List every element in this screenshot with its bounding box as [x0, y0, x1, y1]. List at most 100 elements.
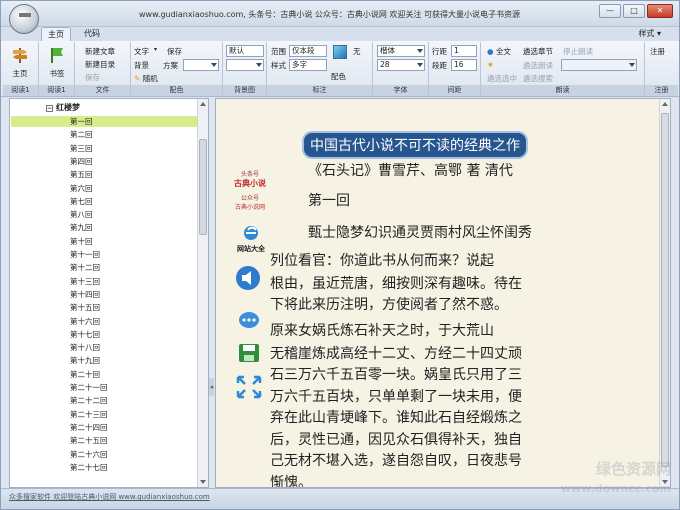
fullscreen-icon[interactable] — [236, 375, 262, 399]
status-link[interactable]: 众多搜家软件 欢迎登陆古典小说网 www.gudianxiaoshuo.com — [9, 492, 210, 502]
paragraph-spacing-label: 段距 — [432, 61, 447, 70]
background-color-button[interactable]: 背景 — [134, 60, 149, 71]
tree-root[interactable]: − 红楼梦 — [46, 102, 80, 113]
scheme-select[interactable] — [183, 59, 219, 71]
tree-item[interactable]: 第十五回 — [70, 302, 100, 313]
voice-select[interactable] — [561, 59, 637, 71]
read-fulltext-label: 全文 — [495, 47, 511, 56]
tree-item[interactable]: 第十二回 — [70, 262, 100, 273]
home-button[interactable]: 主页 — [7, 44, 33, 79]
reader-scrollbar[interactable] — [659, 99, 670, 487]
tree-item[interactable]: 第十一回 — [70, 249, 100, 260]
logo-sub2-text: 古典小说网 — [234, 204, 265, 211]
mark-color-swatch[interactable] — [333, 45, 347, 59]
article-line: 甄士隐梦幻识通灵贾雨村风尘怀闺秀 — [308, 225, 532, 241]
scroll-up-icon[interactable] — [662, 102, 668, 106]
save-file-button[interactable]: 保存 — [85, 72, 100, 83]
random-color-button[interactable]: ✎ 随机 — [134, 73, 158, 84]
save-icon[interactable] — [238, 343, 260, 363]
tree-item[interactable]: 第二十五回 — [70, 435, 108, 446]
tree-item[interactable]: 第三回 — [70, 143, 93, 154]
group-read-aloud: ● 全文 遴选章节 停止朗读 ★ 遴选朗读 遴选选中 遴选搜索 朗读 — [481, 42, 645, 96]
tree-item[interactable]: 第五回 — [70, 169, 93, 180]
tree-scroll-thumb[interactable] — [199, 139, 207, 235]
scroll-up-icon[interactable] — [200, 102, 206, 106]
font-size-select[interactable]: 28 — [377, 59, 425, 71]
tree-item[interactable]: 第二十四回 — [70, 422, 108, 433]
register-button[interactable]: 注册 — [650, 46, 665, 57]
tree-item[interactable]: 第一回 — [70, 116, 93, 127]
tree-item[interactable]: 第十八回 — [70, 342, 100, 353]
tree-item[interactable]: 第八回 — [70, 209, 93, 220]
range-select[interactable]: 仅本段 — [289, 45, 327, 57]
tree-item[interactable]: 第十三回 — [70, 276, 100, 287]
paragraph-spacing-stepper[interactable]: 16 — [451, 59, 477, 71]
tree-item[interactable]: 第二十三回 — [70, 409, 108, 420]
more-icon[interactable] — [238, 311, 260, 329]
line-spacing-stepper[interactable]: 1 — [451, 45, 477, 57]
tree-item[interactable]: 第六回 — [70, 183, 93, 194]
group-mark: 范围 仅本段 样式 多字 无 配色 标注 — [267, 42, 373, 96]
tree-item[interactable]: 第十四回 — [70, 289, 100, 300]
pick-selected-button[interactable]: 遴选选中 — [487, 73, 517, 84]
pick-search-button[interactable]: 遴选搜索 — [523, 73, 553, 84]
tree-item[interactable]: 第十九回 — [70, 355, 100, 366]
maximize-button[interactable]: □ — [623, 4, 645, 18]
tree-item[interactable]: 第二十七回 — [70, 462, 108, 473]
bookmark-button[interactable]: 书签 — [44, 44, 70, 79]
app-window: www.gudianxiaoshuo.com, 头条号：古典小说 公众号：古典小… — [0, 0, 680, 510]
tree-item[interactable]: 第二十回 — [70, 369, 100, 380]
menu-icon — [19, 13, 31, 17]
tab-code[interactable]: 代码 — [77, 27, 107, 41]
stop-read-button[interactable]: 停止朗读 — [563, 46, 593, 57]
reader-scroll-thumb[interactable] — [661, 113, 669, 467]
article-line: 万六千五百块，只单单剩了一块未用，便 — [270, 389, 522, 405]
site-directory-label: 网站大全 — [237, 245, 265, 253]
article-line: 原来女娲氏炼石补天之时，于大荒山 — [270, 323, 494, 339]
site-directory-button[interactable]: 网站大全 — [234, 225, 268, 254]
new-article-button[interactable]: 新建文章 — [85, 46, 115, 57]
tree-item[interactable]: 第二十六回 — [70, 449, 108, 460]
selected-row-highlight — [11, 116, 197, 127]
chapter-tree: − 红楼梦 第一回第二回第三回第四回第五回第六回第七回第八回第九回第十回第十一回第… — [9, 98, 209, 488]
read-fulltext-button[interactable]: ● 全文 — [487, 46, 511, 57]
window-title: www.gudianxiaoshuo.com, 头条号：古典小说 公众号：古典小… — [139, 10, 521, 19]
collapse-icon[interactable]: − — [46, 105, 53, 112]
pick-chapter-button[interactable]: 遴选章节 — [523, 46, 553, 57]
minimize-button[interactable]: — — [599, 4, 621, 18]
speaker-icon[interactable] — [234, 265, 262, 291]
ribbon-tabs: 主页 代码 样式 ▾ — [1, 27, 679, 41]
flag-icon — [51, 48, 63, 63]
mark-color-button[interactable]: 配色 — [331, 71, 346, 82]
tree-item[interactable]: 第十七回 — [70, 329, 100, 340]
logo-top-text: 头条号 — [240, 171, 259, 178]
no-mark-button[interactable]: 无 — [353, 46, 361, 57]
collapse-panel-icon[interactable]: ◂ — [209, 378, 214, 396]
article-line: 根由，虽近荒唐，细按则深有趣味。待在 — [270, 276, 522, 292]
tree-item[interactable]: 第十六回 — [70, 316, 100, 327]
style-menu[interactable]: 样式 ▾ — [638, 28, 661, 39]
scroll-down-icon[interactable] — [200, 480, 206, 484]
mark-style-select[interactable]: 多字 — [289, 59, 327, 71]
article-line: 列位看官：你道此书从何而来？说起 — [270, 253, 494, 269]
tab-home[interactable]: 主页 — [41, 27, 71, 41]
ie-icon — [244, 226, 258, 240]
save-color-button[interactable]: 保存 — [167, 46, 182, 57]
close-button[interactable]: ✕ — [647, 4, 673, 18]
tree-item[interactable]: 第十回 — [70, 236, 93, 247]
random-label: 随机 — [142, 74, 158, 83]
tree-item[interactable]: 第四回 — [70, 156, 93, 167]
site-logo[interactable]: 头条号 古典小说 公众号 古典小说网 — [232, 169, 268, 211]
tree-item[interactable]: 第二十二回 — [70, 395, 108, 406]
background-image-option-select[interactable] — [226, 59, 264, 71]
tree-item[interactable]: 第二回 — [70, 129, 93, 140]
pick-read-button[interactable]: 遴选朗读 — [523, 60, 553, 71]
background-image-select[interactable]: 默认 — [226, 45, 264, 57]
tree-item[interactable]: 第七回 — [70, 196, 93, 207]
font-family-select[interactable]: 楷体 — [377, 45, 425, 57]
tree-scrollbar[interactable] — [197, 99, 208, 487]
tree-item[interactable]: 第九回 — [70, 222, 93, 233]
app-menu-button[interactable] — [9, 4, 39, 34]
tree-item[interactable]: 第二十一回 — [70, 382, 108, 393]
new-directory-button[interactable]: 新建目录 — [85, 59, 115, 70]
